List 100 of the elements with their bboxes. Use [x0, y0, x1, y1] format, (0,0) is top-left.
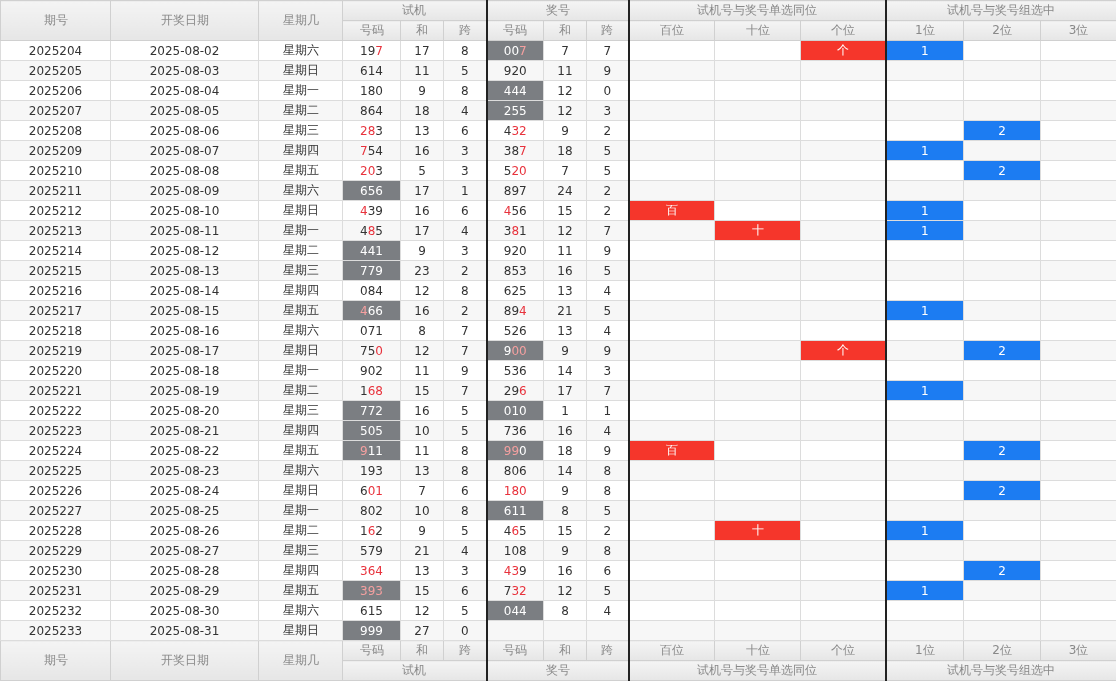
number-cell: 283: [342, 120, 401, 141]
number-cell: 168: [342, 380, 401, 401]
table-cell: 2025212: [0, 200, 111, 221]
group-header: 试机号与奖号单选同位: [628, 660, 886, 681]
table-cell: 2025-08-10: [110, 200, 259, 221]
table-cell: 2025-08-04: [110, 80, 259, 101]
table-cell: 2025-08-29: [110, 580, 259, 601]
table-cell: 2025233: [0, 620, 111, 641]
table-cell: 15: [543, 520, 587, 541]
table-cell: 2025206: [0, 80, 111, 101]
number-cell: 864: [342, 100, 401, 121]
number-cell: 900: [486, 340, 544, 361]
column-header: 期号: [0, 640, 111, 681]
table-cell: 星期二: [258, 100, 343, 121]
group-header: 奖号: [486, 660, 629, 681]
table-cell: 2025208: [0, 120, 111, 141]
column-header: 开奖日期: [110, 0, 259, 41]
column-header: 号码: [486, 640, 544, 661]
table-cell: 12: [543, 580, 587, 601]
table-cell: 2025-08-23: [110, 460, 259, 481]
group-header: 试机号与奖号组选中: [885, 660, 1116, 681]
table-cell: 2025209: [0, 140, 111, 161]
number-cell: 197: [342, 40, 401, 61]
table-cell: 星期五: [258, 580, 343, 601]
table-cell: 2025-08-08: [110, 160, 259, 181]
number-cell: 162: [342, 520, 401, 541]
table-cell: 16: [400, 300, 444, 321]
table-cell: 9: [543, 480, 587, 501]
number-cell: 614: [342, 60, 401, 81]
table-cell: 14: [543, 360, 587, 381]
table-cell: 2025227: [0, 500, 111, 521]
number-cell: 615: [342, 600, 401, 621]
number-cell: 802: [342, 500, 401, 521]
table-cell: 2025-08-22: [110, 440, 259, 461]
table-cell: 2025207: [0, 100, 111, 121]
number-cell: 902: [342, 360, 401, 381]
table-cell: 18: [543, 140, 587, 161]
table-cell: 2025218: [0, 320, 111, 341]
table-cell: 2025224: [0, 440, 111, 461]
number-cell: 044: [486, 600, 544, 621]
table-cell: 2025230: [0, 560, 111, 581]
table-cell: 21: [543, 300, 587, 321]
table-cell: 2025-08-09: [110, 180, 259, 201]
hit-cell: 1: [885, 140, 964, 161]
table-cell: 10: [400, 500, 444, 521]
table-cell: 星期三: [258, 120, 343, 141]
hit-cell: 1: [885, 580, 964, 601]
hit-cell: 1: [885, 40, 964, 61]
table-cell: 2025-08-25: [110, 500, 259, 521]
table-cell: 1: [543, 400, 587, 421]
table-cell: 9: [400, 520, 444, 541]
table-cell: 星期三: [258, 400, 343, 421]
hit-cell: 百: [628, 440, 715, 461]
table-cell: 2025213: [0, 220, 111, 241]
table-cell: 2025-08-31: [110, 620, 259, 641]
table-cell: 星期二: [258, 380, 343, 401]
table-cell: 11: [400, 60, 444, 81]
table-cell: 21: [400, 540, 444, 561]
hit-cell: 1: [885, 200, 964, 221]
table-cell: 16: [543, 420, 587, 441]
column-header: 期号: [0, 0, 111, 41]
table-cell: 2025217: [0, 300, 111, 321]
table-cell: 18: [400, 100, 444, 121]
table-cell: 2025-08-02: [110, 40, 259, 61]
table-cell: 星期日: [258, 200, 343, 221]
number-cell: 010: [486, 400, 544, 421]
table-cell: 16: [543, 260, 587, 281]
number-cell: 990: [486, 440, 544, 461]
number-cell: 579: [342, 540, 401, 561]
hit-cell: 百: [628, 200, 715, 221]
table-cell: 2025-08-28: [110, 560, 259, 581]
number-cell: 754: [342, 140, 401, 161]
table-cell: 11: [543, 240, 587, 261]
table-cell: 星期一: [258, 80, 343, 101]
number-cell: 193: [342, 460, 401, 481]
table-cell: 17: [400, 220, 444, 241]
table-cell: 2025219: [0, 340, 111, 361]
table-cell: 18: [543, 440, 587, 461]
table-cell: 星期日: [258, 480, 343, 501]
hit-cell: 1: [885, 220, 964, 241]
table-cell: 2025-08-26: [110, 520, 259, 541]
column-header: 1位: [885, 640, 964, 661]
table-cell: 星期日: [258, 620, 343, 641]
table-cell: 17: [400, 180, 444, 201]
table-cell: 星期二: [258, 520, 343, 541]
table-cell: 15: [400, 380, 444, 401]
table-cell: 2025221: [0, 380, 111, 401]
column-header: 百位: [628, 640, 715, 661]
table-cell: 星期四: [258, 140, 343, 161]
table-cell: 24: [543, 180, 587, 201]
table-cell: 27: [400, 620, 444, 641]
number-cell: 601: [342, 480, 401, 501]
table-cell: 16: [400, 400, 444, 421]
table-cell: 2025-08-20: [110, 400, 259, 421]
table-cell: 星期六: [258, 180, 343, 201]
table-cell: 2025-08-05: [110, 100, 259, 121]
table-cell: 12: [543, 220, 587, 241]
number-cell: 439: [342, 200, 401, 221]
table-cell: 8: [543, 500, 587, 521]
table-cell: 12: [400, 600, 444, 621]
